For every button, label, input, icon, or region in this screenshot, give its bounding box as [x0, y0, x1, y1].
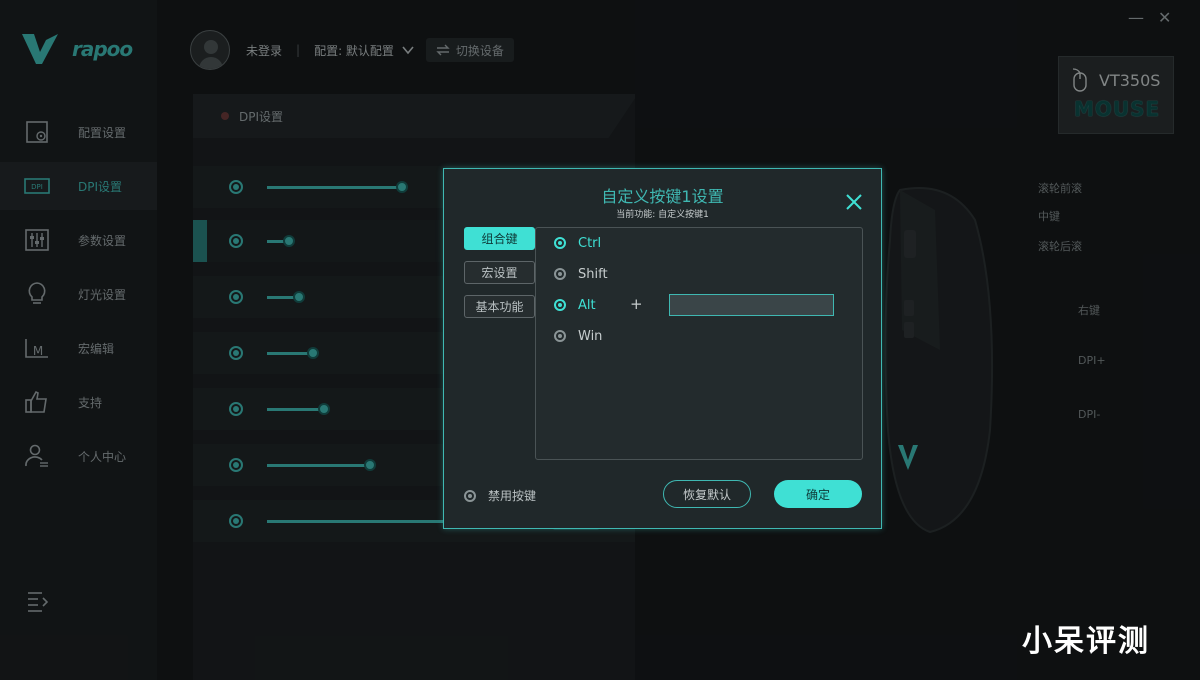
disable-key-label: 禁用按键: [488, 489, 537, 503]
win-radio[interactable]: [554, 330, 566, 342]
shift-radio[interactable]: [554, 268, 566, 280]
tab-basic-functions[interactable]: 基本功能: [464, 295, 535, 318]
modifier-panel: Ctrl Shift Alt Win: [535, 227, 863, 460]
confirm-button[interactable]: 确定: [774, 480, 862, 508]
plus-sign: +: [630, 295, 643, 313]
tab-macro[interactable]: 宏设置: [464, 261, 535, 284]
custom-key-dialog: 自定义按键1设置 当前功能: 自定义按键1 组合键 宏设置 基本功能 Ctrl …: [443, 168, 882, 529]
reset-default-button[interactable]: 恢复默认: [663, 480, 751, 508]
modifier-win[interactable]: Win: [554, 327, 602, 345]
disable-key-radio[interactable]: [464, 489, 476, 502]
close-icon[interactable]: [845, 193, 863, 211]
dialog-title: 自定义按键1设置: [601, 187, 724, 206]
watermark: 小呆评测: [1022, 624, 1150, 659]
modifier-label: Shift: [578, 266, 608, 282]
modifier-shift[interactable]: Shift: [554, 265, 608, 283]
app-window: rapoo 配置设置 DPI DPI设置 参数设置 灯光设置 M 宏编辑 支持: [0, 0, 1200, 680]
modifier-alt[interactable]: Alt: [554, 296, 596, 314]
ctrl-radio[interactable]: [554, 237, 566, 249]
tab-combo-keys[interactable]: 组合键: [464, 227, 535, 250]
modifier-ctrl[interactable]: Ctrl: [554, 234, 601, 252]
modifier-label: Win: [578, 328, 603, 344]
disable-key-option[interactable]: 禁用按键: [464, 487, 536, 504]
modifier-label: Ctrl: [578, 235, 602, 251]
alt-radio[interactable]: [554, 299, 566, 311]
modifier-label: Alt: [578, 297, 596, 313]
dialog-subtitle: 当前功能: 自定义按键1: [616, 210, 709, 220]
key-input[interactable]: [669, 294, 834, 316]
